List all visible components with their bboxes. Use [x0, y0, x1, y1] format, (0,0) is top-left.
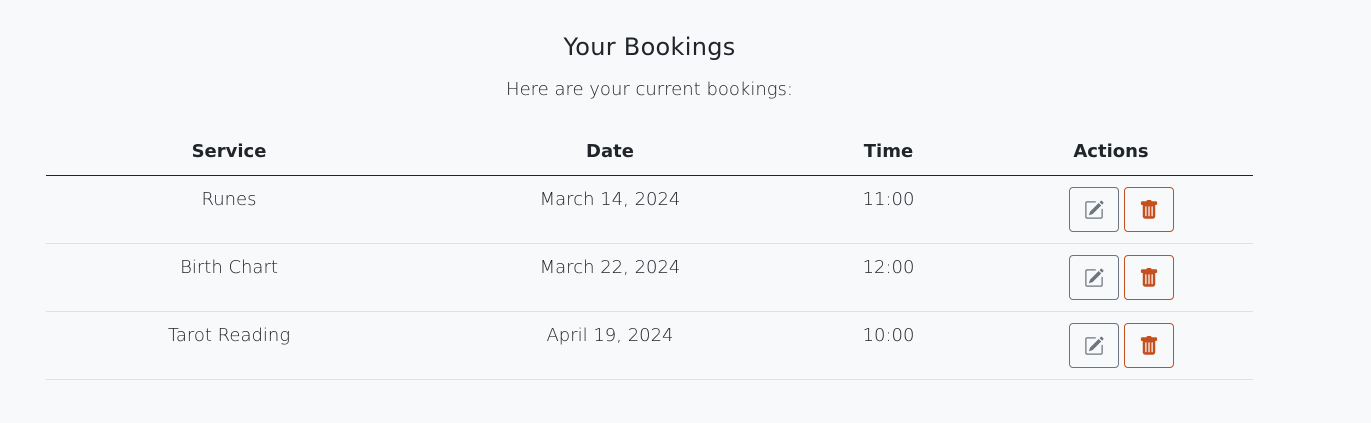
booking-service: Birth Chart: [46, 243, 412, 312]
page-title: Your Bookings: [563, 33, 736, 61]
booking-date: March 14, 2024: [412, 175, 808, 244]
trash-icon: [1140, 267, 1157, 287]
trash-icon: [1140, 335, 1157, 355]
column-header-actions: Actions: [969, 127, 1253, 176]
edit-booking-button[interactable]: [1068, 323, 1119, 368]
delete-booking-button[interactable]: [1123, 187, 1174, 232]
booking-time: 12:00: [808, 243, 969, 312]
edit-booking-button[interactable]: [1068, 255, 1119, 300]
trash-icon: [1140, 199, 1157, 219]
booking-actions: [969, 311, 1253, 380]
booking-time: 10:00: [808, 311, 969, 380]
pencil-square-icon: [1084, 336, 1104, 355]
table-row: Tarot Reading April 19, 2024 10:00: [46, 311, 1253, 380]
booking-service: Runes: [46, 175, 412, 244]
bookings-table: Service Date Time Actions Runes March 14…: [46, 127, 1253, 380]
bookings-table-header: Service Date Time Actions: [46, 127, 1253, 176]
booking-actions: [969, 243, 1253, 312]
pencil-square-icon: [1084, 268, 1104, 287]
delete-booking-button[interactable]: [1123, 323, 1174, 368]
booking-date: April 19, 2024: [412, 311, 808, 380]
column-header-service: Service: [46, 127, 412, 176]
delete-booking-button[interactable]: [1123, 255, 1174, 300]
booking-actions: [969, 175, 1253, 244]
pencil-square-icon: [1084, 200, 1104, 219]
booking-time: 11:00: [808, 175, 969, 244]
header-row: Service Date Time Actions: [46, 127, 1253, 176]
booking-date: March 22, 2024: [412, 243, 808, 312]
edit-booking-button[interactable]: [1068, 187, 1119, 232]
page-subtitle: Here are your current bookings:: [506, 79, 793, 100]
table-row: Runes March 14, 2024 11:00: [46, 175, 1253, 244]
column-header-time: Time: [808, 127, 969, 176]
booking-service: Tarot Reading: [46, 311, 412, 380]
column-header-date: Date: [412, 127, 808, 176]
table-row: Birth Chart March 22, 2024 12:00: [46, 243, 1253, 312]
